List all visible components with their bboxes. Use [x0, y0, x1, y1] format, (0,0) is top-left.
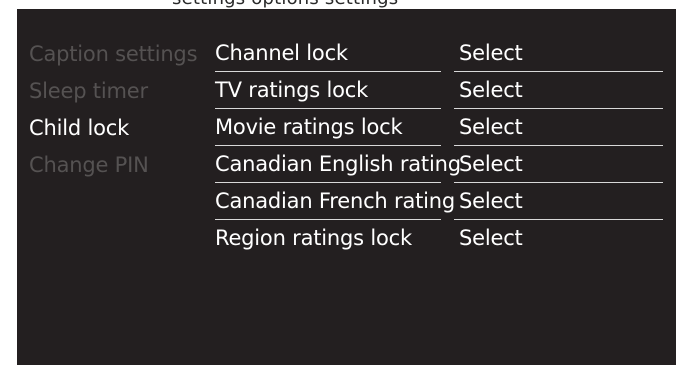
- channel-lock-label[interactable]: Channel lock: [215, 39, 441, 72]
- settings-panel: Caption settings Sleep timer Child lock …: [17, 9, 676, 365]
- canadian-english-rating-select-button[interactable]: Select: [454, 150, 663, 183]
- movie-ratings-lock-label[interactable]: Movie ratings lock: [215, 113, 441, 146]
- canadian-english-rating-label[interactable]: Canadian English rating: [215, 150, 461, 183]
- sidebar-item-change-pin[interactable]: Change PIN: [29, 153, 149, 177]
- region-ratings-lock-label[interactable]: Region ratings lock: [215, 224, 441, 257]
- channel-lock-select-button[interactable]: Select: [454, 39, 663, 72]
- header-title: settings options settings: [172, 0, 398, 9]
- tv-ratings-lock-label[interactable]: TV ratings lock: [215, 76, 441, 109]
- sidebar-item-child-lock[interactable]: Child lock: [29, 116, 129, 140]
- sidebar-item-caption-settings[interactable]: Caption settings: [29, 42, 198, 66]
- region-ratings-lock-select-button[interactable]: Select: [454, 224, 663, 257]
- movie-ratings-lock-select-button[interactable]: Select: [454, 113, 663, 146]
- canadian-french-rating-select-button[interactable]: Select: [454, 187, 663, 220]
- header-cutoff: settings options settings: [0, 0, 693, 9]
- tv-ratings-lock-select-button[interactable]: Select: [454, 76, 663, 109]
- sidebar-item-sleep-timer[interactable]: Sleep timer: [29, 79, 148, 103]
- canadian-french-rating-label[interactable]: Canadian French rating: [215, 187, 455, 220]
